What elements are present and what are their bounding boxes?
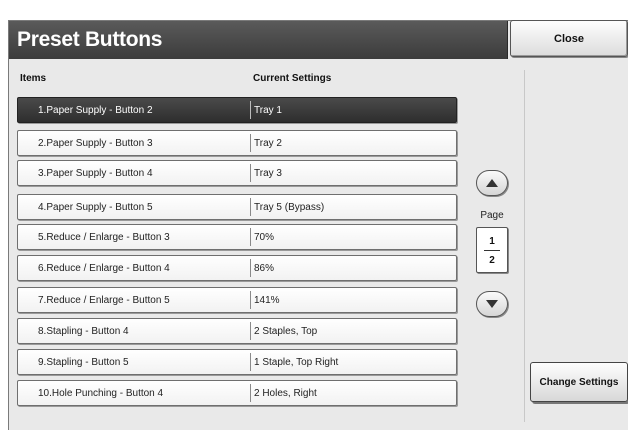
row-divider (250, 322, 251, 340)
row-divider (250, 101, 251, 119)
close-button[interactable]: Close (510, 20, 628, 57)
row-setting-value: 141% (254, 295, 280, 306)
page-title: Preset Buttons (17, 28, 163, 51)
scroll-up-button[interactable] (476, 170, 508, 196)
row-setting-value: Tray 2 (254, 138, 282, 149)
page-indicator: 1 2 (476, 227, 508, 273)
row-setting-value: Tray 1 (254, 105, 282, 116)
row-item-label: 8.Stapling - Button 4 (38, 326, 129, 337)
current-page-number: 1 (489, 236, 495, 247)
row-setting-value: Tray 5 (Bypass) (254, 202, 325, 213)
table-row[interactable]: 4.Paper Supply - Button 5 Tray 5 (Bypass… (17, 194, 457, 220)
row-item-label: 5.Reduce / Enlarge - Button 3 (38, 232, 170, 243)
table-row[interactable]: 2.Paper Supply - Button 3 Tray 2 (17, 130, 457, 156)
row-divider (250, 164, 251, 182)
row-divider (250, 134, 251, 152)
row-item-label: 2.Paper Supply - Button 3 (38, 138, 153, 149)
table-row[interactable]: 5.Reduce / Enlarge - Button 3 70% (17, 224, 457, 250)
row-item-label: 1.Paper Supply - Button 2 (38, 105, 153, 116)
side-panel-divider (524, 70, 525, 422)
row-divider (250, 259, 251, 277)
scroll-down-button[interactable] (476, 291, 508, 317)
table-row[interactable]: 9.Stapling - Button 5 1 Staple, Top Righ… (17, 349, 457, 375)
table-row[interactable]: 10.Hole Punching - Button 4 2 Holes, Rig… (17, 380, 457, 406)
triangle-down-icon (486, 300, 498, 308)
row-item-label: 6.Reduce / Enlarge - Button 4 (38, 263, 170, 274)
row-setting-value: Tray 3 (254, 168, 282, 179)
row-setting-value: 86% (254, 263, 275, 274)
page-label: Page (480, 210, 504, 221)
table-row[interactable]: 7.Reduce / Enlarge - Button 5 141% (17, 287, 457, 313)
triangle-up-icon (486, 179, 498, 187)
row-setting-value: 2 Staples, Top (254, 326, 318, 337)
change-settings-button[interactable]: Change Settings (530, 362, 628, 402)
row-divider (250, 198, 251, 216)
row-item-label: 3.Paper Supply - Button 4 (38, 168, 153, 179)
row-item-label: 4.Paper Supply - Button 5 (38, 202, 153, 213)
row-divider (250, 291, 251, 309)
title-bar: Preset Buttons (9, 21, 508, 59)
table-row[interactable]: 1.Paper Supply - Button 2 Tray 1 (17, 97, 457, 123)
row-setting-value: 2 Holes, Right (254, 388, 317, 399)
items-column-header: Items (20, 73, 47, 84)
row-divider (250, 384, 251, 402)
row-setting-value: 1 Staple, Top Right (254, 357, 339, 368)
current-settings-column-header: Current Settings (253, 73, 332, 84)
table-row[interactable]: 8.Stapling - Button 4 2 Staples, Top (17, 318, 457, 344)
row-divider (250, 353, 251, 371)
row-setting-value: 70% (254, 232, 275, 243)
table-row[interactable]: 6.Reduce / Enlarge - Button 4 86% (17, 255, 457, 281)
table-row[interactable]: 3.Paper Supply - Button 4 Tray 3 (17, 160, 457, 186)
row-item-label: 10.Hole Punching - Button 4 (38, 388, 164, 399)
row-divider (250, 228, 251, 246)
row-item-label: 9.Stapling - Button 5 (38, 357, 129, 368)
page-fraction-line (484, 250, 500, 251)
total-pages-number: 2 (489, 255, 495, 266)
row-item-label: 7.Reduce / Enlarge - Button 5 (38, 295, 170, 306)
